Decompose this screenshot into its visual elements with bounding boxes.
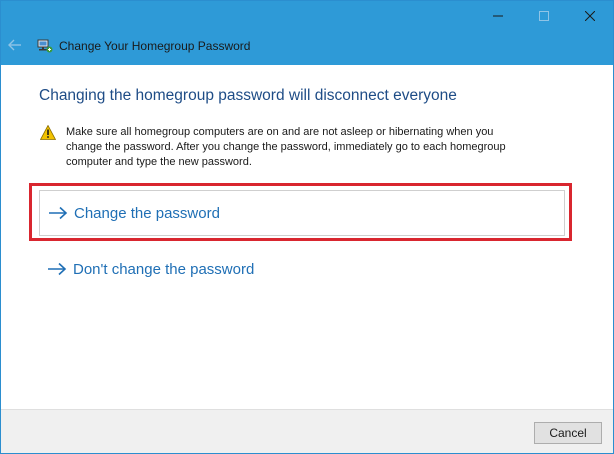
close-button[interactable] (567, 1, 613, 31)
maximize-icon (539, 11, 549, 21)
title-bar: Change Your Homegroup Password (1, 1, 613, 65)
warning-line: computer and type the new password. (66, 156, 252, 168)
dont-change-password-link[interactable]: Don't change the password (39, 251, 565, 287)
warning-line: change the password. After you change th… (66, 141, 506, 153)
cancel-button[interactable]: Cancel (534, 422, 602, 444)
right-arrow-icon (47, 262, 67, 276)
minimize-button[interactable] (475, 1, 521, 31)
highlight-box (29, 183, 572, 241)
back-arrow-icon (8, 39, 21, 51)
back-button[interactable] (5, 35, 25, 55)
warning-message: Make sure all homegroup computers are on… (66, 125, 566, 170)
dialog-window: Change Your Homegroup Password Changing … (0, 0, 614, 454)
warning-icon (40, 125, 56, 140)
dialog-content: Changing the homegroup password will dis… (1, 65, 613, 409)
dont-change-password-label: Don't change the password (73, 260, 255, 278)
minimize-icon (493, 15, 503, 17)
maximize-button[interactable] (521, 1, 567, 31)
homegroup-network-icon (37, 39, 53, 53)
close-icon (585, 11, 595, 21)
window-title: Change Your Homegroup Password (59, 39, 251, 53)
dialog-footer: Cancel (1, 409, 613, 453)
page-heading: Changing the homegroup password will dis… (39, 87, 457, 104)
warning-line: Make sure all homegroup computers are on… (66, 126, 494, 138)
